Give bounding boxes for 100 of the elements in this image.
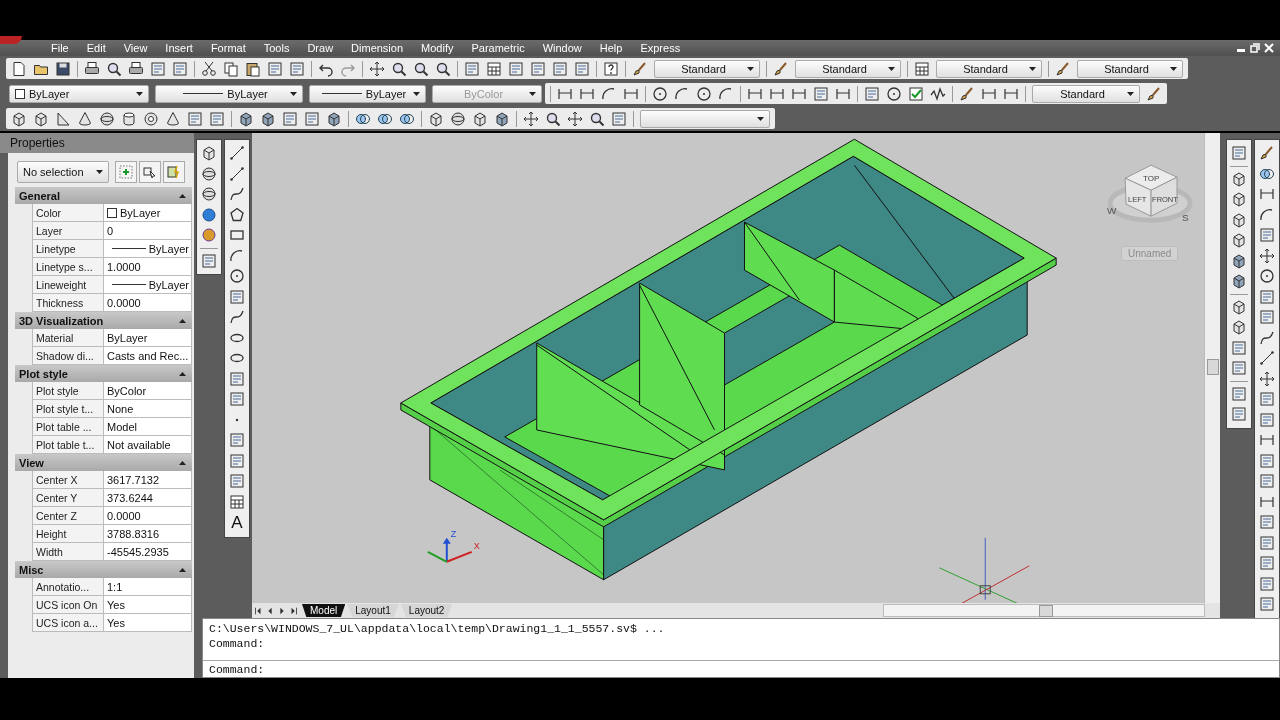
table-icon[interactable] [229, 493, 245, 510]
brush-icon[interactable] [1146, 85, 1162, 102]
tool-icon[interactable] [201, 252, 217, 269]
menu-item[interactable]: Parametric [462, 40, 534, 56]
zoom-icon[interactable] [106, 60, 122, 77]
property-value[interactable]: 0 [104, 222, 192, 240]
tool-icon[interactable] [1259, 514, 1275, 531]
circle-icon[interactable] [696, 85, 712, 102]
tool-icon[interactable] [172, 60, 188, 77]
sphere-icon[interactable] [201, 206, 217, 223]
zoom-icon[interactable] [413, 60, 429, 77]
tool-icon[interactable] [282, 110, 298, 127]
arc-icon[interactable] [674, 85, 690, 102]
tool-icon[interactable] [187, 110, 203, 127]
property-value[interactable]: Not available [104, 436, 192, 454]
tool-icon[interactable] [508, 60, 524, 77]
menu-item[interactable]: Window [533, 40, 591, 56]
section-header[interactable]: View [15, 454, 192, 471]
help-icon[interactable] [603, 60, 619, 77]
menu-item[interactable]: Draw [298, 40, 343, 56]
tool-icon[interactable] [611, 110, 627, 127]
cube-icon[interactable] [1231, 211, 1247, 228]
property-value[interactable]: None [104, 400, 192, 418]
style-dropdown[interactable]: Standard [1032, 84, 1140, 103]
property-value[interactable]: 373.6244 [104, 489, 192, 507]
cone-icon[interactable] [77, 110, 93, 127]
property-value[interactable]: 1:1 [104, 578, 192, 596]
property-value[interactable]: ByColor [104, 382, 192, 400]
tool-icon[interactable] [1259, 555, 1275, 572]
cube-icon[interactable] [326, 110, 342, 127]
curve-icon[interactable] [229, 309, 245, 326]
property-value[interactable]: Casts and Rec... [104, 347, 192, 365]
cube-icon[interactable] [11, 110, 27, 127]
text-tool-button[interactable]: A [226, 512, 248, 534]
property-value[interactable]: -45545.2935 [104, 543, 192, 561]
style-dropdown[interactable]: ByLayer [309, 84, 426, 103]
move-icon[interactable] [567, 110, 583, 127]
move-icon[interactable] [369, 60, 385, 77]
cone-icon[interactable] [165, 110, 181, 127]
page-icon[interactable] [11, 60, 27, 77]
toggle-pickadd-button[interactable] [115, 161, 137, 183]
property-value[interactable]: ByLayer [104, 329, 192, 347]
tool-icon[interactable] [304, 110, 320, 127]
collapse-icon[interactable] [179, 371, 186, 376]
cube-icon[interactable] [1231, 298, 1247, 315]
tool-icon[interactable] [1231, 145, 1247, 162]
cube-icon[interactable] [201, 145, 217, 162]
cube-icon[interactable] [33, 110, 49, 127]
property-value[interactable]: 1.0000 [104, 258, 192, 276]
torus-icon[interactable] [143, 110, 159, 127]
tool-icon[interactable] [813, 85, 829, 102]
tab-nav-icon[interactable] [253, 605, 263, 616]
command-input-field[interactable]: Command: [203, 661, 1279, 677]
printer-icon[interactable] [84, 60, 100, 77]
quick-select-button[interactable] [163, 161, 185, 183]
collapse-icon[interactable] [179, 193, 186, 198]
menu-item[interactable]: Format [201, 40, 255, 56]
tool-icon[interactable] [289, 60, 305, 77]
style-dropdown[interactable]: Standard [654, 59, 760, 78]
wedge-icon[interactable] [55, 110, 71, 127]
tool-icon[interactable] [150, 60, 166, 77]
style-dropdown[interactable]: Standard [795, 59, 901, 78]
style-dropdown[interactable]: ByLayer [9, 84, 149, 103]
section-header[interactable]: Plot style [15, 365, 192, 382]
cube-icon[interactable] [428, 110, 444, 127]
move-icon[interactable] [523, 110, 539, 127]
tool-icon[interactable] [1259, 473, 1275, 490]
line-icon[interactable] [1259, 350, 1275, 367]
style-dropdown[interactable]: ByLayer [155, 84, 303, 103]
circle-icon[interactable] [1259, 268, 1275, 285]
section-header[interactable]: 3D Visualization [15, 312, 192, 329]
arc-icon[interactable] [601, 85, 617, 102]
property-value[interactable]: Yes [104, 596, 192, 614]
cube-icon[interactable] [1231, 170, 1247, 187]
tool-icon[interactable] [1231, 406, 1247, 423]
wire-sphere-icon[interactable] [450, 110, 466, 127]
property-value[interactable]: ByLayer [104, 204, 192, 222]
check-icon[interactable] [908, 85, 924, 102]
zigzag-icon[interactable] [930, 85, 946, 102]
cube-icon[interactable] [1231, 232, 1247, 249]
layout-tab[interactable]: Model [302, 604, 346, 617]
tool-icon[interactable] [530, 60, 546, 77]
zoom-icon[interactable] [589, 110, 605, 127]
save-icon[interactable] [55, 60, 71, 77]
cube-icon[interactable] [1231, 273, 1247, 290]
wire-sphere-icon[interactable] [201, 186, 217, 203]
tool-icon[interactable] [1259, 452, 1275, 469]
arc-icon[interactable] [229, 247, 245, 264]
brush-icon[interactable] [1055, 60, 1071, 77]
restore-icon[interactable] [1250, 43, 1260, 53]
tool-icon[interactable] [209, 110, 225, 127]
tool-icon[interactable] [1259, 534, 1275, 551]
pentagon-icon[interactable] [229, 206, 245, 223]
menu-item[interactable]: Tools [254, 40, 299, 56]
cube-icon[interactable] [1231, 191, 1247, 208]
cube-icon[interactable] [260, 110, 276, 127]
copy-icon[interactable] [223, 60, 239, 77]
circle-icon[interactable] [652, 85, 668, 102]
menu-item[interactable]: Help [590, 40, 632, 56]
cube-icon[interactable] [1231, 252, 1247, 269]
